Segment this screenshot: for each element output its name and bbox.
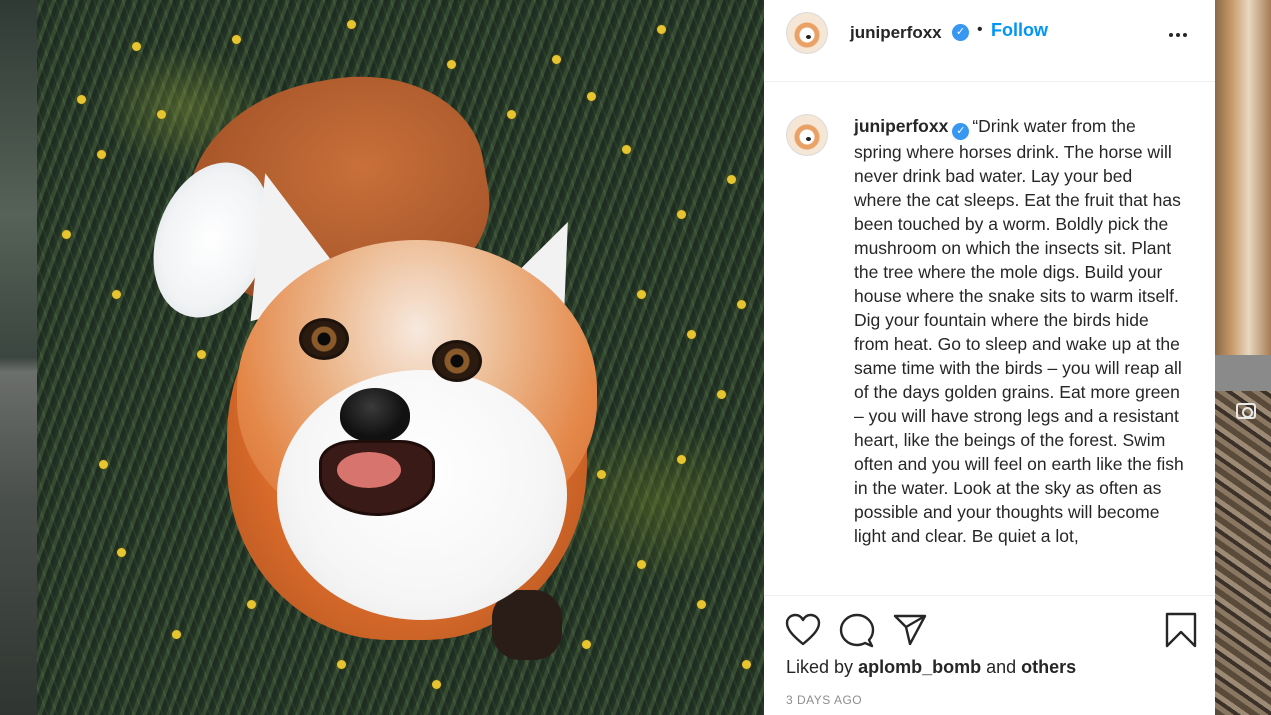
post-actions: Liked by aplomb_bomb and others 3 DAYS A… — [764, 595, 1215, 715]
header-username[interactable]: juniperfoxx — [850, 23, 942, 43]
liked-by-user-link[interactable]: aplomb_bomb — [858, 657, 981, 677]
post-photo — [37, 0, 764, 715]
fox-eye-left — [299, 318, 349, 360]
liked-by-text: Liked by aplomb_bomb and others — [786, 657, 1076, 678]
background-gap — [1215, 355, 1271, 391]
verified-badge-icon: ✓ — [952, 123, 970, 140]
liked-by-prefix: Liked by — [786, 657, 854, 677]
heart-icon[interactable] — [785, 613, 821, 647]
share-icon[interactable] — [892, 613, 928, 647]
post-side-panel: juniperfoxx ✓ • Follow juniperfoxx ✓ “Drin… — [764, 0, 1215, 715]
caption-scroll-area[interactable]: juniperfoxx ✓ “Drink water from the spring… — [764, 83, 1215, 594]
camera-icon — [1236, 403, 1256, 419]
background-post-thumbnail-right-top — [1215, 0, 1271, 355]
caption-text: “Drink water from the spring where horse… — [854, 116, 1184, 546]
liked-by-and: and — [986, 657, 1017, 677]
background-post-thumbnail-left — [0, 0, 37, 715]
follow-button[interactable]: Follow — [991, 20, 1048, 41]
liked-by-others-link[interactable]: others — [1021, 657, 1076, 677]
caption: juniperfoxx ✓ “Drink water from the spring… — [854, 114, 1184, 548]
fox-eye-right — [432, 340, 482, 382]
post-header: juniperfoxx ✓ • Follow — [764, 0, 1215, 82]
background-post-thumbnail-right-bottom — [1215, 391, 1271, 715]
comment-icon[interactable] — [839, 613, 875, 649]
caption-avatar[interactable] — [786, 114, 828, 156]
fox-tongue — [337, 452, 401, 488]
avatar[interactable] — [786, 12, 828, 54]
caption-username[interactable]: juniperfoxx — [854, 116, 948, 136]
verified-badge-icon: ✓ — [952, 24, 969, 41]
post-timestamp[interactable]: 3 DAYS AGO — [786, 693, 862, 707]
fox-leg — [492, 590, 562, 660]
more-options-icon[interactable] — [1164, 24, 1194, 44]
bookmark-icon[interactable] — [1164, 611, 1198, 649]
fox-nose — [340, 388, 410, 442]
header-separator: • — [977, 21, 983, 38]
